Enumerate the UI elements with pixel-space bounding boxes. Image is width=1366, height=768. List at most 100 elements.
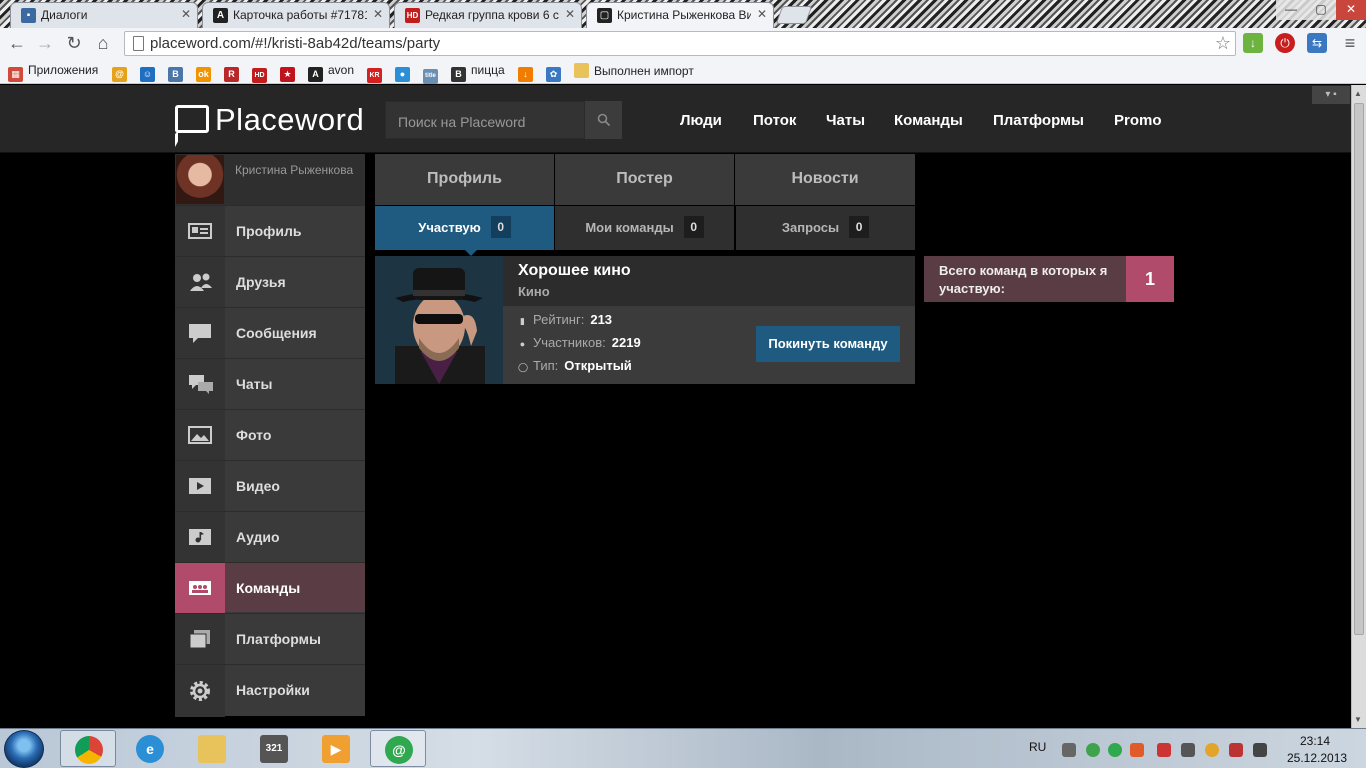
language-indicator[interactable]: RU [1029,740,1046,754]
subtab-participating[interactable]: Участвую 0 [375,206,554,256]
bookmark-apps[interactable]: ▦ Приложения [8,63,98,82]
network-extension-icon[interactable]: ⇆ [1307,33,1327,53]
address-bar[interactable]: placeword.com/#!/kristi-8ab42d/teams/par… [124,31,1236,56]
tray-speaker-alert-icon[interactable] [1130,743,1144,757]
bookmark-drop[interactable]: ● [395,63,415,82]
clock-time[interactable]: 23:14 [1300,734,1330,748]
user-block[interactable]: Кристина Рыженкова [175,154,365,205]
search-button[interactable] [585,101,622,139]
url-text[interactable]: placeword.com/#!/kristi-8ab42d/teams/par… [150,35,440,52]
close-icon[interactable]: ✕ [757,7,767,21]
sidebar-item-profile[interactable]: Профиль [175,205,365,256]
taskbar-media[interactable]: ▶ [308,730,364,767]
tab-profile[interactable]: Профиль [375,154,554,205]
sidebar-item-platforms[interactable]: Платформы [175,613,365,664]
forward-arrow-icon[interactable]: → [34,32,56,54]
mail-agent-icon: @ [385,736,413,764]
bookmark-title[interactable]: title [423,63,443,84]
close-icon[interactable]: ✕ [181,7,191,21]
nav-teams[interactable]: Команды [894,112,963,129]
clock-date[interactable]: 25.12.2013 [1287,751,1347,765]
bookmark-moimir[interactable]: ☺ [140,63,160,82]
avon-a-icon: A [213,8,228,23]
sidebar-item-messages[interactable]: Сообщения [175,307,365,358]
tray-agent-icon[interactable] [1086,743,1100,757]
bookmark-mail[interactable]: @ [112,63,132,82]
reload-icon[interactable]: ↻ [63,32,85,54]
user-name[interactable]: Кристина Рыженкова [235,163,355,178]
tray-app-icon[interactable] [1205,743,1219,757]
nav-platforms[interactable]: Платформы [993,112,1084,129]
bookmark-r[interactable]: R [224,63,244,82]
leave-team-button[interactable]: Покинуть команду [756,326,900,362]
bookmark-folder[interactable]: Выполнен импорт [574,63,694,79]
bookmark-hd[interactable]: HD [252,63,272,83]
team-name[interactable]: Хорошее кино [518,262,631,280]
nav-stream[interactable]: Поток [753,112,796,129]
taskbar-explorer[interactable] [184,730,240,767]
sidebar-item-video[interactable]: Видео [175,460,365,511]
sidebar-item-audio[interactable]: Аудио [175,511,365,562]
taskbar-mpc[interactable]: 321 [246,730,302,767]
subtab-my-teams[interactable]: Мои команды 0 [555,206,734,250]
page-scrollbar[interactable]: ▲ ▼ [1351,85,1366,728]
adblock-icon[interactable]: ⏻ [1275,33,1295,53]
search-input[interactable]: Поиск на Placeword [385,101,585,139]
nav-chats[interactable]: Чаты [826,112,865,129]
tray-mail-icon[interactable] [1108,743,1122,757]
tray-notify-icon[interactable] [1062,743,1076,757]
count-badge: 0 [683,216,704,238]
scroll-up-icon[interactable]: ▲ [1354,89,1362,98]
download-extension-icon[interactable]: ↓ [1243,33,1263,53]
nav-promo[interactable]: Promo [1114,112,1162,129]
sidebar-item-chats[interactable]: Чаты [175,358,365,409]
site-header: Placeword Поиск на Placeword Люди Поток … [0,85,1351,153]
menu-hamburger-icon[interactable]: ≡ [1339,32,1361,54]
close-window-icon[interactable]: ✕ [1336,0,1366,20]
tab-poster[interactable]: Постер [555,154,734,205]
windows-start-icon[interactable] [4,730,44,768]
bookmark-star-icon[interactable]: ☆ [1215,33,1231,54]
bookmark-star[interactable]: ★ [280,63,300,82]
volume-icon[interactable] [1181,743,1195,757]
tray-flag-icon[interactable] [1157,743,1171,757]
browser-tab-2[interactable]: A Карточка работы #71781 ✕ [202,2,390,28]
avatar[interactable] [176,155,224,204]
bookmark-download[interactable]: ↓ [518,63,538,82]
scroll-down-icon[interactable]: ▼ [1354,715,1362,724]
browser-tab-active[interactable]: ▢ Кристина Рыженкова Ви ✕ [586,2,774,28]
team-image[interactable] [375,256,503,384]
star-emblem-icon: ★ [280,67,295,82]
nav-people[interactable]: Люди [680,112,722,129]
browser-tab-1[interactable]: ▪ Диалоги ✕ [10,2,198,28]
tab-news[interactable]: Новости [735,154,915,205]
bar-chart-icon: ▮ [520,316,525,326]
bookmark-pizza[interactable]: Bпицца [451,63,505,82]
bookmark-avon[interactable]: Aavon [308,63,354,82]
bookmark-vk[interactable]: B [168,63,188,82]
taskbar-mail-agent[interactable]: @ [370,730,426,767]
explorer-folder-icon [198,735,226,763]
taskbar-ie[interactable]: e [122,730,178,767]
page-controls[interactable]: ▾ ▪ [1312,86,1350,104]
sidebar-item-friends[interactable]: Друзья [175,256,365,307]
minimize-icon[interactable]: — [1276,0,1306,20]
sidebar-item-teams[interactable]: Команды [175,562,365,613]
back-arrow-icon[interactable]: ← [6,32,28,54]
network-signal-icon[interactable] [1253,743,1267,757]
sidebar-item-photo[interactable]: Фото [175,409,365,460]
tray-usb-icon[interactable] [1229,743,1243,757]
bookmark-kr[interactable]: KR [367,63,387,83]
home-icon[interactable]: ⌂ [92,32,114,54]
subtab-requests[interactable]: Запросы 0 [736,206,915,250]
scrollbar-thumb[interactable] [1354,103,1364,635]
close-icon[interactable]: ✕ [373,7,383,21]
browser-tab-3[interactable]: HD Редкая группа крови 6 се ✕ [394,2,582,28]
sidebar-item-settings[interactable]: Настройки [175,664,365,717]
bookmark-gear[interactable]: ✿ [546,63,566,82]
bookmark-ok[interactable]: ok [196,63,216,82]
close-icon[interactable]: ✕ [565,7,575,21]
new-tab-button[interactable] [775,6,813,24]
taskbar-chrome[interactable] [60,730,116,767]
maximize-icon[interactable]: ▢ [1306,0,1336,20]
